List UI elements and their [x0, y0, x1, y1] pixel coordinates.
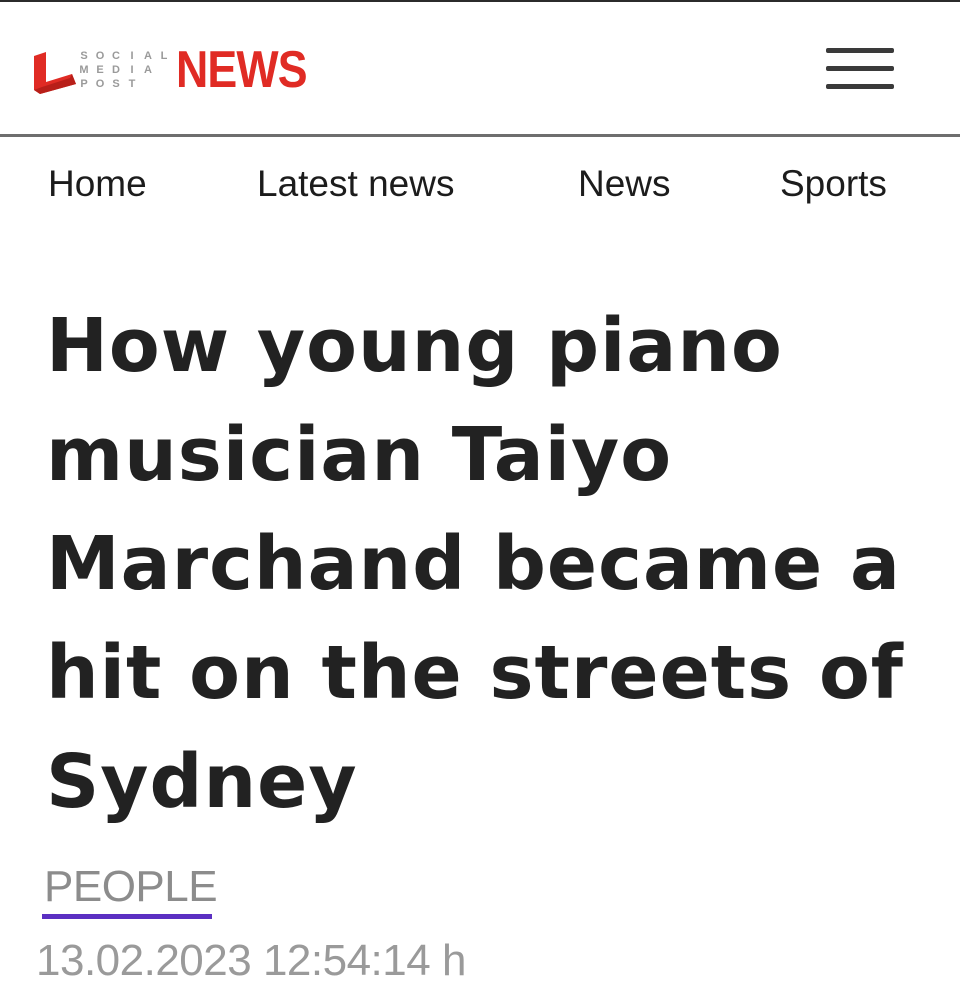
nav-item-latest-news[interactable]: Latest news	[257, 163, 454, 205]
menu-bar-top	[826, 48, 894, 53]
menu-bar-middle	[826, 66, 894, 71]
logo-letter	[156, 77, 172, 91]
logo-wordmark: NEWS	[176, 41, 308, 99]
nav-item-sports[interactable]: Sports	[780, 163, 887, 205]
logo-letter: E	[96, 64, 104, 76]
article-headline: How young piano musician Taiyo Marchand …	[46, 303, 904, 825]
article-timestamp: 13.02.2023 12:54:14 h	[36, 936, 466, 985]
logo-letter: C	[112, 50, 120, 62]
logo-letter	[156, 63, 172, 77]
logo-mark-icon	[34, 52, 76, 94]
logo-letter: O	[95, 78, 105, 90]
logo-letters: SOCIALMEDIAPOST	[76, 49, 172, 91]
nav-item-home[interactable]: Home	[48, 163, 147, 205]
category-underline	[42, 914, 212, 919]
logo-letter: S	[112, 78, 120, 90]
article-category-link[interactable]: PEOPLE	[44, 862, 218, 912]
logo-letter	[140, 77, 156, 91]
nav-item-news[interactable]: News	[578, 163, 671, 205]
site-header: SOCIALMEDIAPOST NEWS	[0, 2, 960, 134]
logo-letter: I	[130, 50, 134, 62]
logo-letter: L	[160, 50, 168, 62]
logo-letter: A	[144, 64, 152, 76]
logo-letter: D	[112, 64, 120, 76]
logo-letter: P	[80, 78, 88, 90]
site-logo[interactable]: SOCIALMEDIAPOST NEWS	[30, 42, 328, 98]
logo-letter: S	[80, 50, 88, 62]
logo-letter: A	[144, 50, 152, 62]
logo-letter: M	[79, 64, 89, 76]
menu-bar-bottom	[826, 84, 894, 89]
logo-letter: I	[130, 64, 134, 76]
hamburger-menu-icon[interactable]	[826, 46, 894, 90]
main-nav: Home Latest news News Sports	[0, 137, 960, 237]
logo-letter: T	[128, 78, 136, 90]
logo-letter: O	[95, 50, 105, 62]
